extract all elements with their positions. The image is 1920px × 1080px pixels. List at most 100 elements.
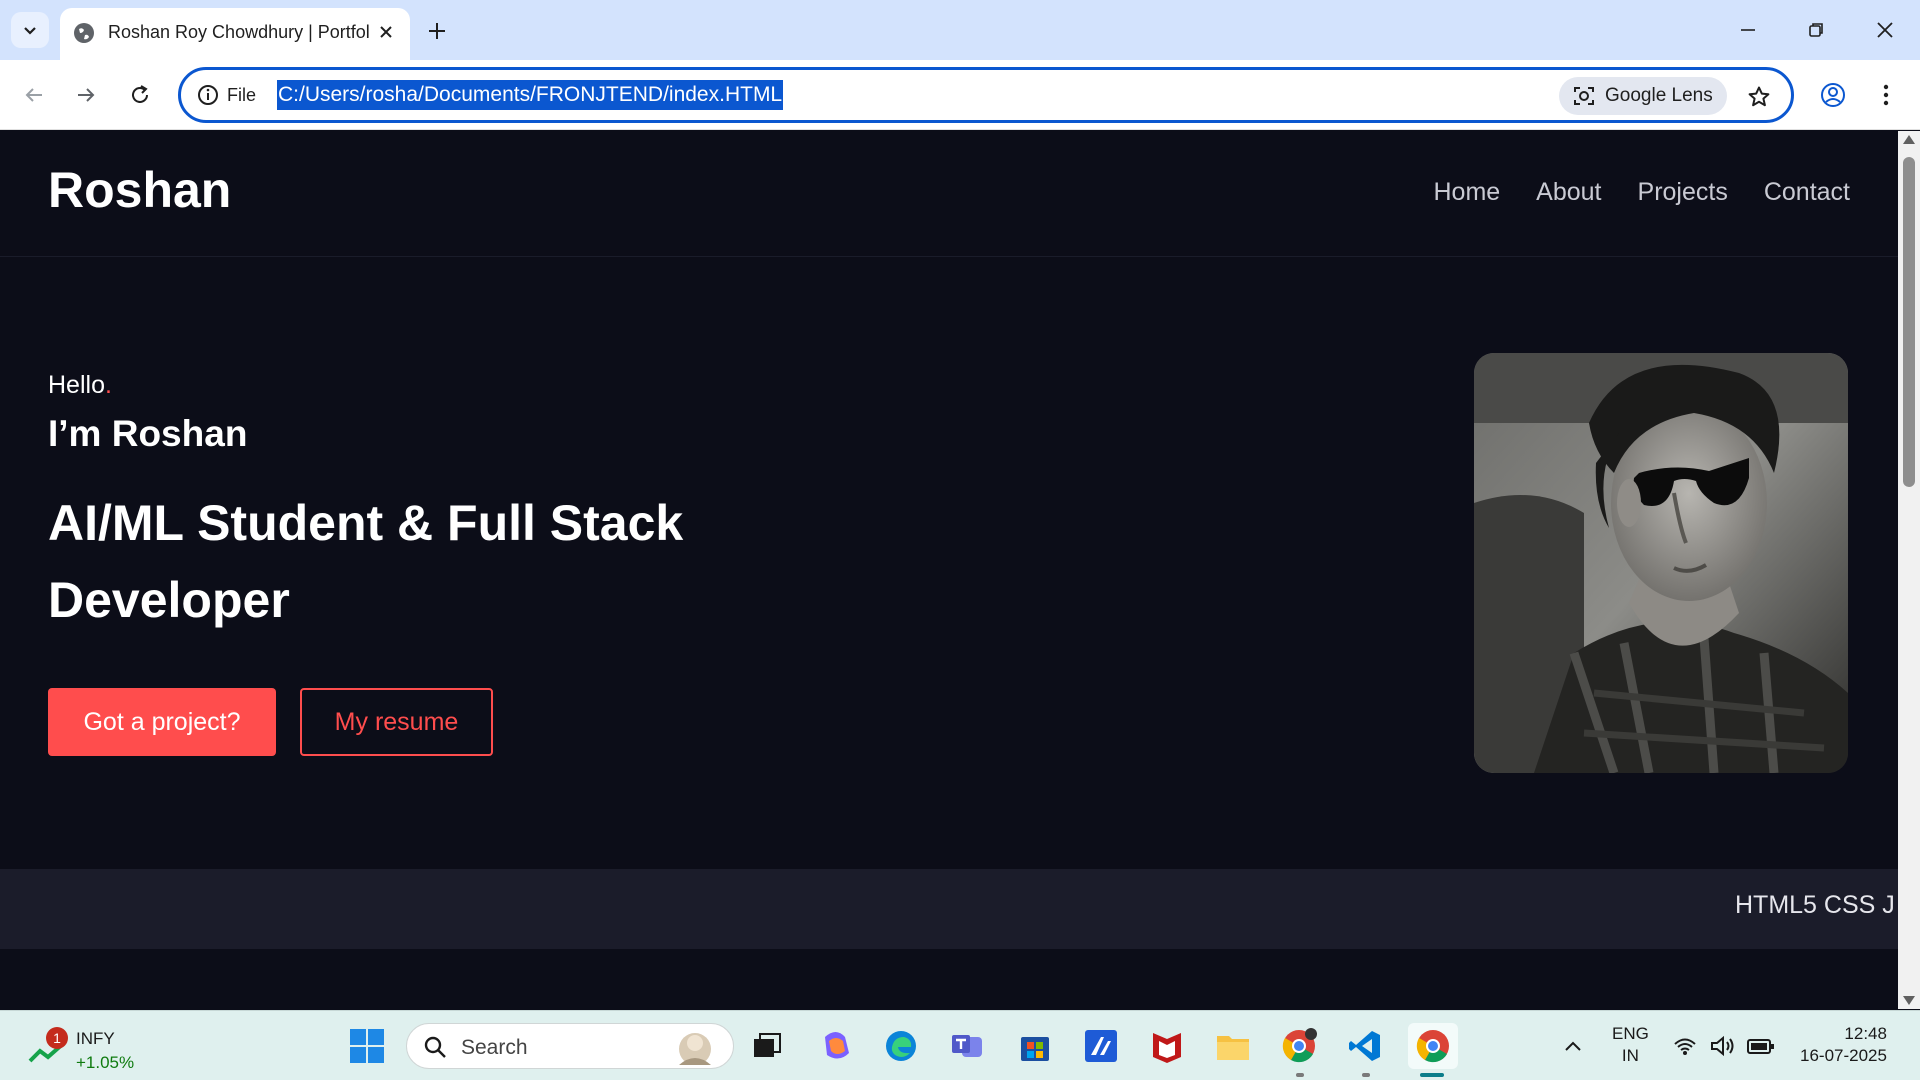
scheme-label: File — [227, 85, 257, 105]
app-button[interactable] — [1080, 1025, 1122, 1067]
mcafee-button[interactable] — [1146, 1025, 1188, 1067]
tab-close-button[interactable] — [372, 18, 400, 46]
store-button[interactable] — [1014, 1025, 1056, 1067]
restore-icon — [1809, 23, 1823, 37]
running-indicator — [1296, 1073, 1304, 1077]
google-lens-label: Google Lens — [1605, 85, 1713, 106]
star-icon — [1748, 86, 1770, 107]
minimize-icon — [1741, 29, 1755, 31]
stock-widget[interactable]: 1 INFY +1.05% — [28, 1021, 148, 1073]
new-tab-button[interactable] — [420, 14, 454, 48]
chrome-profile-button[interactable] — [1278, 1025, 1320, 1067]
minimize-button[interactable] — [1724, 10, 1772, 50]
browser-menu-button[interactable] — [1866, 75, 1906, 115]
task-view-icon — [754, 1033, 781, 1057]
page-scrollbar[interactable] — [1898, 131, 1920, 1009]
nav-home-link[interactable]: Home — [1433, 178, 1500, 207]
folder-icon — [1217, 1036, 1249, 1060]
search-icon — [424, 1036, 446, 1058]
battery-status[interactable] — [1746, 1025, 1776, 1067]
url-text[interactable]: C:/Users/rosha/Documents/FRONJTEND/index… — [277, 80, 784, 110]
arrow-right-icon — [78, 88, 95, 102]
os-taskbar: 1 INFY +1.05% Search ENG IN 12:48 16-07-… — [0, 1010, 1920, 1080]
hero-greeting: Hello. — [48, 371, 112, 400]
browser-toolbar: File C:/Users/rosha/Documents/FRONJTEND/… — [0, 60, 1920, 130]
file-explorer-button[interactable] — [1212, 1025, 1254, 1067]
store-icon — [1021, 1037, 1049, 1061]
close-icon — [1877, 22, 1893, 38]
nav-about-link[interactable]: About — [1536, 178, 1601, 207]
chevron-down-icon — [24, 27, 36, 35]
wifi-status[interactable] — [1670, 1025, 1700, 1067]
profile-button[interactable] — [1813, 75, 1853, 115]
hero-greeting-dot: . — [104, 371, 112, 399]
address-bar[interactable]: File C:/Users/rosha/Documents/FRONJTEND/… — [178, 67, 1794, 123]
back-button[interactable] — [14, 75, 54, 115]
restore-button[interactable] — [1792, 10, 1840, 50]
nav-contact-link[interactable]: Contact — [1764, 178, 1850, 207]
search-highlight-icon — [679, 1033, 711, 1065]
tab-strip: Roshan Roy Chowdhury | Portfolio — [0, 0, 1920, 60]
teams-icon — [952, 1035, 982, 1057]
show-hidden-icons-button[interactable] — [1555, 1025, 1591, 1067]
stock-name: INFY — [76, 1029, 115, 1048]
chevron-up-icon — [1565, 1041, 1581, 1051]
portrait-image — [1474, 353, 1848, 773]
vscode-button[interactable] — [1344, 1025, 1386, 1067]
google-lens-button[interactable]: Google Lens — [1559, 77, 1727, 115]
clock-date: 16-07-2025 — [1800, 1046, 1887, 1065]
volume-status[interactable] — [1708, 1025, 1738, 1067]
copilot-button[interactable] — [815, 1025, 857, 1067]
info-icon[interactable] — [196, 83, 220, 107]
notification-badge: 1 — [46, 1027, 68, 1049]
window-close-button[interactable] — [1861, 10, 1909, 50]
app-logo-icon — [1085, 1030, 1117, 1062]
region-code: IN — [1621, 1046, 1639, 1065]
screen: Roshan Roy Chowdhury | Portfolio File C:… — [0, 0, 1920, 1080]
tab-search-button[interactable] — [11, 12, 49, 48]
scroll-up-arrow-icon[interactable] — [1903, 135, 1915, 144]
edge-button[interactable] — [880, 1025, 922, 1067]
site-logo[interactable]: Roshan — [48, 161, 231, 219]
edge-icon — [886, 1031, 916, 1061]
chrome-icon — [1416, 1030, 1449, 1063]
profile-photo — [1474, 353, 1848, 773]
copilot-icon — [825, 1032, 849, 1059]
forward-button[interactable] — [66, 75, 106, 115]
start-button[interactable] — [346, 1025, 388, 1067]
close-icon — [380, 26, 392, 38]
got-a-project-button[interactable]: Got a project? — [48, 688, 276, 756]
reload-button[interactable] — [120, 75, 160, 115]
task-view-button[interactable] — [746, 1025, 788, 1067]
my-resume-button[interactable]: My resume — [300, 688, 493, 756]
clock-time: 12:48 — [1844, 1024, 1887, 1043]
scroll-thumb[interactable] — [1903, 157, 1915, 487]
language-code: ENG — [1612, 1024, 1649, 1043]
skills-marquee: HTML5 CSS J — [0, 869, 1898, 949]
scroll-down-arrow-icon[interactable] — [1903, 996, 1915, 1005]
active-indicator — [1420, 1073, 1444, 1077]
site-header: Roshan Home About Projects Contact — [0, 131, 1898, 257]
running-indicator — [1362, 1073, 1370, 1077]
wifi-icon — [1674, 1038, 1696, 1055]
hero-intro: I’m Roshan — [48, 413, 248, 454]
battery-icon — [1747, 1039, 1774, 1054]
language-indicator[interactable]: ENG IN — [1612, 1023, 1649, 1067]
speaker-icon — [1711, 1035, 1734, 1057]
nav-projects-link[interactable]: Projects — [1638, 178, 1728, 207]
hero-headline: AI/ML Student & Full Stack Developer — [48, 495, 684, 628]
chrome-icon — [1282, 1028, 1317, 1063]
vscode-icon — [1349, 1031, 1380, 1061]
skills-marquee-text: HTML5 CSS J — [1735, 891, 1895, 919]
arrow-left-icon — [25, 88, 42, 102]
system-clock[interactable]: 12:48 16-07-2025 — [1800, 1023, 1887, 1067]
browser-tab[interactable]: Roshan Roy Chowdhury | Portfolio — [60, 8, 410, 60]
reload-icon — [132, 85, 148, 103]
teams-button[interactable] — [947, 1025, 989, 1067]
site-nav: Home About Projects Contact — [1433, 178, 1850, 207]
stock-change: +1.05% — [76, 1053, 135, 1072]
taskbar-search[interactable]: Search — [406, 1023, 734, 1069]
hero-greeting-text: Hello — [48, 371, 105, 399]
bookmark-button[interactable] — [1741, 79, 1777, 115]
chrome-active-button[interactable] — [1408, 1023, 1458, 1069]
